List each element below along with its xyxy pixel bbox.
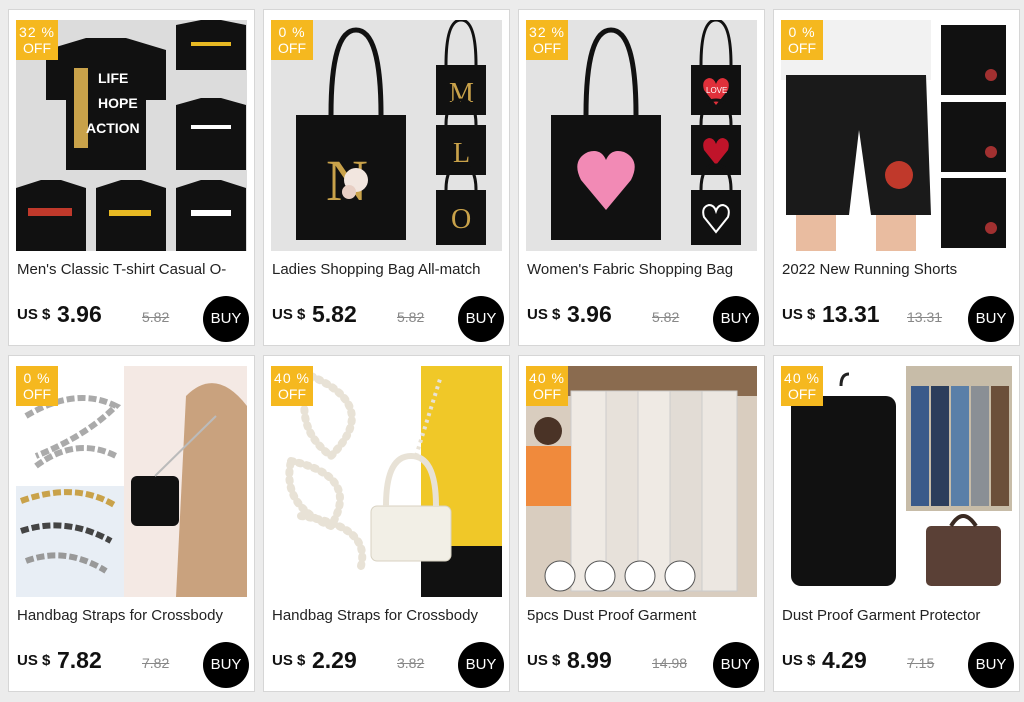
buy-button[interactable]: BUY xyxy=(968,296,1014,342)
currency-label: US $ xyxy=(782,306,816,323)
product-title[interactable]: Ladies Shopping Bag All-match xyxy=(272,261,500,278)
original-price: 3.82 xyxy=(397,655,425,671)
product-image[interactable]: 32 % OFF LOVE xyxy=(526,20,757,251)
sale-price: 13.31 xyxy=(822,301,880,327)
product-card[interactable]: 40 % OFF Dust Proof Garment Protector US… xyxy=(773,355,1020,692)
discount-percent: 0 % xyxy=(278,24,306,40)
original-price: 5.82 xyxy=(142,309,170,325)
buy-button[interactable]: BUY xyxy=(458,642,504,688)
currency-label: US $ xyxy=(17,652,51,669)
currency-label: US $ xyxy=(527,652,561,669)
buy-button[interactable]: BUY xyxy=(713,642,759,688)
shirt-text-1: LIFE xyxy=(98,70,128,86)
original-price: 7.82 xyxy=(142,655,170,671)
product-title[interactable]: Handbag Straps for Crossbody xyxy=(17,607,245,624)
discount-percent: 40 % xyxy=(529,370,565,386)
product-card[interactable]: 40 % OFF 5pcs Dust Proof Garment US $ 8.… xyxy=(518,355,765,692)
product-image[interactable]: 0 % OFF xyxy=(781,20,1012,251)
original-price: 7.15 xyxy=(907,655,935,671)
product-image[interactable]: 32 % OFF LIFE HOPE ACTION xyxy=(16,20,247,251)
product-image[interactable]: 0 % OFF N M L O xyxy=(271,20,502,251)
product-card[interactable]: 0 % OFF N M L O Ladies Shopping Bag All-… xyxy=(263,9,510,346)
sale-price: 4.29 xyxy=(822,647,867,673)
discount-off-label: OFF xyxy=(533,40,561,56)
currency-label: US $ xyxy=(17,306,51,323)
discount-off-label: OFF xyxy=(788,386,816,402)
product-title[interactable]: Handbag Straps for Crossbody xyxy=(272,607,500,624)
discount-badge: 0 % OFF xyxy=(271,20,313,60)
discount-badge: 0 % OFF xyxy=(781,20,823,60)
product-title[interactable]: 5pcs Dust Proof Garment xyxy=(527,607,755,624)
discount-percent: 40 % xyxy=(274,370,310,386)
currency-label: US $ xyxy=(272,652,306,669)
buy-button[interactable]: BUY xyxy=(458,296,504,342)
discount-percent: 32 % xyxy=(529,24,565,40)
buy-button[interactable]: BUY xyxy=(968,642,1014,688)
product-title[interactable]: 2022 New Running Shorts xyxy=(782,261,1010,278)
discount-off-label: OFF xyxy=(23,386,51,402)
discount-off-label: OFF xyxy=(533,386,561,402)
discount-percent: 32 % xyxy=(19,24,55,40)
shirt-text-2: HOPE xyxy=(98,95,138,111)
original-price: 5.82 xyxy=(652,309,680,325)
discount-percent: 0 % xyxy=(788,24,816,40)
sale-price: 3.96 xyxy=(567,301,612,327)
product-card[interactable]: 0 % OFF Handbag Straps for Crossbody US … xyxy=(8,355,255,692)
product-card[interactable]: 32 % OFF LOVE Women's Fabric Shopping Ba… xyxy=(518,9,765,346)
currency-label: US $ xyxy=(272,306,306,323)
product-card[interactable]: 32 % OFF LIFE HOPE ACTION Men's Classic … xyxy=(8,9,255,346)
discount-off-label: OFF xyxy=(278,40,306,56)
product-card[interactable]: 0 % OFF 2022 New Running Shorts US $ 13.… xyxy=(773,9,1020,346)
sale-price: 8.99 xyxy=(567,647,612,673)
discount-badge: 32 % OFF xyxy=(526,20,568,60)
product-title[interactable]: Women's Fabric Shopping Bag xyxy=(527,261,755,278)
product-title[interactable]: Dust Proof Garment Protector xyxy=(782,607,1010,624)
sale-price: 7.82 xyxy=(57,647,102,673)
product-image[interactable]: 40 % OFF xyxy=(271,366,502,597)
discount-off-label: OFF xyxy=(278,386,306,402)
discount-badge: 40 % OFF xyxy=(271,366,313,406)
product-image[interactable]: 40 % OFF xyxy=(781,366,1012,597)
original-price: 14.98 xyxy=(652,655,688,671)
original-price: 5.82 xyxy=(397,309,425,325)
product-image[interactable]: 0 % OFF xyxy=(16,366,247,597)
bag-letter-o: O xyxy=(451,204,471,235)
sale-price: 2.29 xyxy=(312,647,357,673)
shirt-text-3: ACTION xyxy=(86,120,140,136)
original-price: 13.31 xyxy=(907,309,943,325)
buy-button[interactable]: BUY xyxy=(203,642,249,688)
product-card[interactable]: 40 % OFF Handbag Straps for Crossbody US… xyxy=(263,355,510,692)
product-title[interactable]: Men's Classic T-shirt Casual O- xyxy=(17,261,245,278)
sale-price: 5.82 xyxy=(312,301,357,327)
bag-love-text: LOVE xyxy=(706,86,727,95)
discount-off-label: OFF xyxy=(23,40,51,56)
discount-badge: 40 % OFF xyxy=(526,366,568,406)
discount-off-label: OFF xyxy=(788,40,816,56)
product-image[interactable]: 40 % OFF xyxy=(526,366,757,597)
currency-label: US $ xyxy=(527,306,561,323)
discount-badge: 32 % OFF xyxy=(16,20,58,60)
discount-badge: 40 % OFF xyxy=(781,366,823,406)
discount-percent: 0 % xyxy=(23,370,51,386)
buy-button[interactable]: BUY xyxy=(713,296,759,342)
discount-percent: 40 % xyxy=(784,370,820,386)
buy-button[interactable]: BUY xyxy=(203,296,249,342)
sale-price: 3.96 xyxy=(57,301,102,327)
discount-badge: 0 % OFF xyxy=(16,366,58,406)
currency-label: US $ xyxy=(782,652,816,669)
